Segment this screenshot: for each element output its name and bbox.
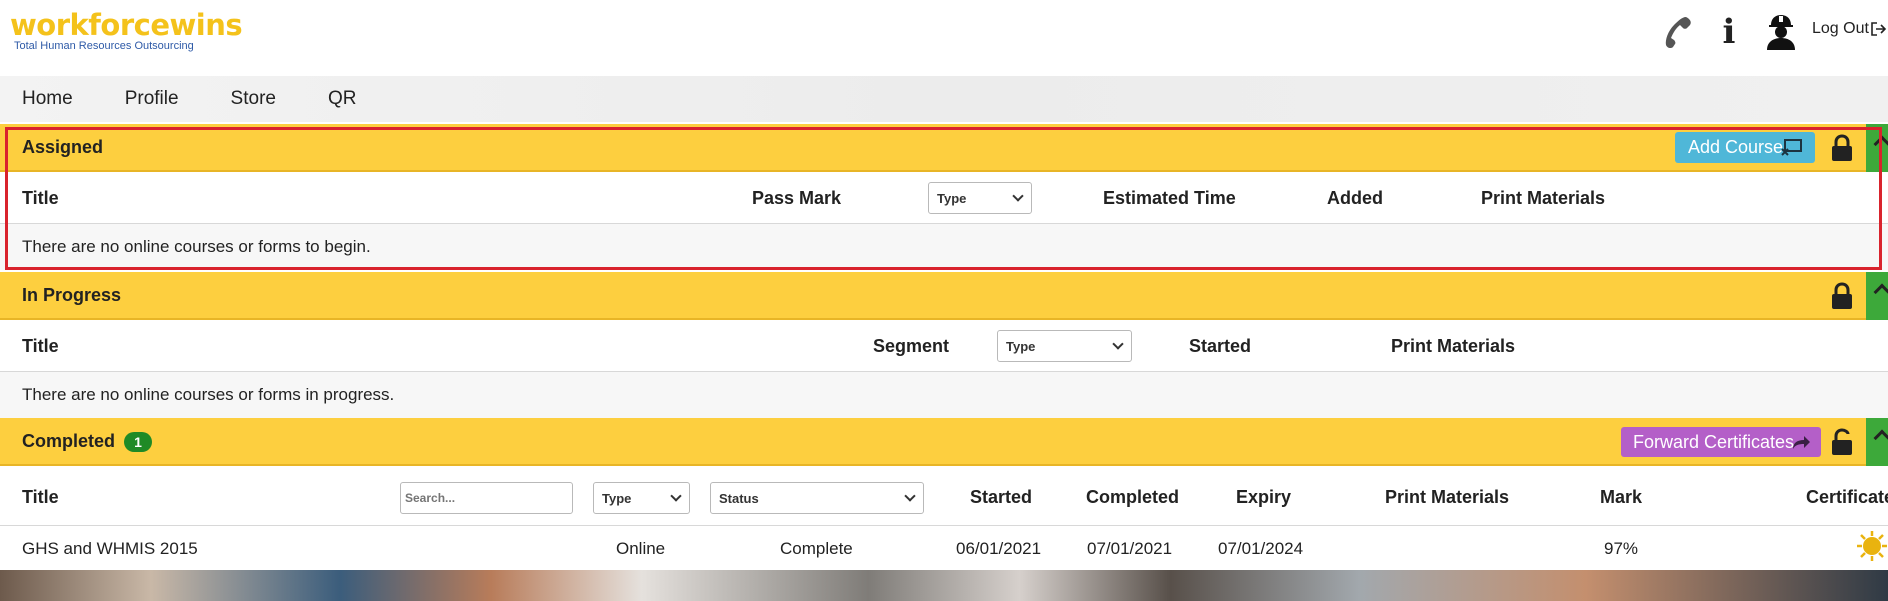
col-print-materials[interactable]: Print Materials bbox=[1481, 188, 1605, 209]
chevron-down-icon bbox=[670, 490, 682, 502]
unlock-icon[interactable] bbox=[1830, 428, 1854, 456]
logout-link[interactable]: Log Out bbox=[1812, 20, 1887, 38]
completed-status-select[interactable]: Status bbox=[710, 482, 924, 514]
select-label: Type bbox=[602, 490, 632, 506]
col-print-materials[interactable]: Print Materials bbox=[1385, 487, 1509, 508]
row-expiry: 07/01/2024 bbox=[1218, 539, 1304, 558]
in-progress-column-header: Title Segment Type Started Print Materia… bbox=[0, 320, 1888, 372]
forward-certificates-button[interactable]: Forward Certificates bbox=[1621, 427, 1821, 457]
chevron-down-icon bbox=[904, 490, 916, 502]
row-status: Complete bbox=[780, 539, 853, 558]
nav-item-home[interactable]: Home bbox=[22, 88, 73, 110]
nav-item-store[interactable]: Store bbox=[231, 88, 276, 110]
col-mark[interactable]: Mark bbox=[1600, 487, 1642, 508]
certificate-sun-icon[interactable] bbox=[1856, 530, 1888, 562]
chevron-up-icon bbox=[1873, 283, 1888, 301]
forward-certificates-label: Forward Certificates bbox=[1633, 431, 1795, 452]
row-mark: 97% bbox=[1604, 539, 1639, 558]
col-title[interactable]: Title bbox=[22, 188, 59, 209]
chevron-up-icon bbox=[1873, 429, 1888, 447]
assigned-type-select[interactable]: Type bbox=[928, 182, 1032, 214]
chevron-down-icon bbox=[1112, 338, 1124, 350]
in-progress-section-header[interactable]: In Progress bbox=[0, 272, 1888, 320]
screen-add-icon bbox=[1781, 139, 1802, 156]
col-started[interactable]: Started bbox=[970, 487, 1032, 508]
row-type: Online bbox=[616, 539, 666, 558]
col-print-materials[interactable]: Print Materials bbox=[1391, 336, 1515, 357]
row-title: GHS and WHMIS 2015 bbox=[22, 539, 198, 558]
collapse-toggle[interactable] bbox=[1866, 418, 1888, 466]
col-started[interactable]: Started bbox=[1189, 336, 1251, 357]
completed-type-select[interactable]: Type bbox=[593, 482, 690, 514]
nav-item-qr[interactable]: QR bbox=[328, 88, 357, 110]
completed-search-input[interactable] bbox=[400, 482, 573, 514]
col-title[interactable]: Title bbox=[22, 487, 59, 508]
nav-item-profile[interactable]: Profile bbox=[125, 88, 179, 110]
completed-section-header[interactable]: Completed 1 Forward Certificates bbox=[0, 418, 1888, 466]
col-completed[interactable]: Completed bbox=[1086, 487, 1179, 508]
lock-icon[interactable] bbox=[1830, 134, 1854, 162]
in-progress-type-select[interactable]: Type bbox=[997, 330, 1132, 362]
in-progress-title: In Progress bbox=[22, 284, 122, 305]
assigned-title: Assigned bbox=[22, 136, 104, 157]
add-course-label: Add Course bbox=[1688, 137, 1784, 157]
logo-wordmark: workforcewins bbox=[10, 8, 243, 42]
background-photo bbox=[0, 570, 1888, 601]
chevron-up-icon bbox=[1873, 135, 1888, 153]
add-course-button[interactable]: Add Course bbox=[1675, 132, 1815, 163]
col-estimated-time[interactable]: Estimated Time bbox=[1103, 188, 1236, 209]
table-row[interactable]: GHS and WHMIS 2015 Online Complete 06/01… bbox=[0, 526, 1888, 570]
info-icon[interactable]: i bbox=[1714, 12, 1744, 52]
main-nav: Home Profile Store QR bbox=[0, 76, 1888, 122]
assigned-column-header: Title Pass Mark Type Estimated Time Adde… bbox=[0, 172, 1888, 224]
chevron-down-icon bbox=[1012, 190, 1024, 202]
in-progress-empty-message: There are no online courses or forms in … bbox=[0, 372, 1888, 418]
logout-icon bbox=[1871, 22, 1887, 36]
select-label: Type bbox=[937, 190, 967, 206]
col-expiry[interactable]: Expiry bbox=[1236, 487, 1291, 508]
assigned-empty-message: There are no online courses or forms to … bbox=[0, 224, 1888, 270]
col-pass-mark[interactable]: Pass Mark bbox=[752, 188, 841, 209]
select-label: Type bbox=[1006, 338, 1036, 354]
col-title[interactable]: Title bbox=[22, 336, 59, 357]
col-added[interactable]: Added bbox=[1327, 188, 1383, 209]
col-certificate[interactable]: Certificate bbox=[1806, 487, 1888, 508]
forward-arrow-icon bbox=[1793, 436, 1810, 449]
completed-title: Completed bbox=[22, 430, 116, 451]
completed-count-badge: 1 bbox=[124, 432, 152, 452]
collapse-toggle[interactable] bbox=[1866, 124, 1888, 172]
completed-column-header: Title Type Status Started Completed Expi… bbox=[0, 468, 1888, 526]
col-segment[interactable]: Segment bbox=[873, 336, 949, 357]
lock-icon[interactable] bbox=[1830, 282, 1854, 310]
collapse-toggle[interactable] bbox=[1866, 272, 1888, 320]
select-label: Status bbox=[719, 490, 759, 506]
top-bar: workforcewins Total Human Resources Outs… bbox=[0, 0, 1888, 72]
phone-icon[interactable] bbox=[1660, 12, 1696, 52]
company-logo[interactable]: workforcewins Total Human Resources Outs… bbox=[10, 8, 243, 52]
worker-icon[interactable] bbox=[1762, 12, 1800, 52]
assigned-section-header[interactable]: Assigned Add Course bbox=[0, 124, 1888, 172]
row-started: 06/01/2021 bbox=[956, 539, 1042, 558]
logout-label: Log Out bbox=[1812, 20, 1869, 37]
row-completed: 07/01/2021 bbox=[1087, 539, 1173, 558]
